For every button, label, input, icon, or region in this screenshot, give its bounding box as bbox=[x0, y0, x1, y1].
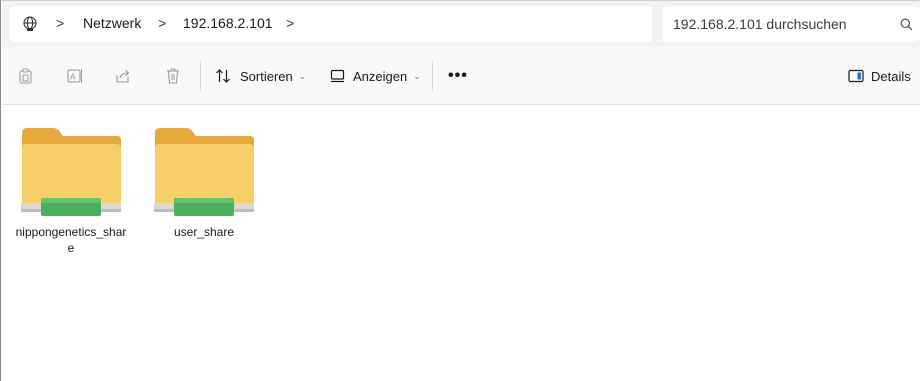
toolbar-divider bbox=[200, 61, 201, 91]
globe-icon bbox=[23, 16, 37, 31]
network-folder-icon bbox=[154, 128, 254, 216]
chevron-down-icon: ⌄ bbox=[298, 70, 307, 81]
rename-icon[interactable]: A bbox=[66, 67, 84, 85]
toolbar-divider bbox=[432, 61, 433, 91]
sort-icon bbox=[216, 69, 230, 83]
search-box[interactable]: 192.168.2.101 durchsuchen bbox=[662, 6, 920, 42]
address-bar-row: > Netzwerk > 192.168.2.101 > 192.168.2.1… bbox=[2, 1, 920, 47]
folder-item[interactable]: user_share bbox=[145, 123, 263, 240]
breadcrumb-separator[interactable]: > bbox=[286, 15, 294, 31]
sort-label: Sortieren bbox=[240, 68, 293, 84]
breadcrumb-separator[interactable]: > bbox=[56, 15, 64, 31]
details-pane-icon bbox=[848, 69, 864, 83]
sort-button[interactable]: Sortieren ⌄ bbox=[215, 61, 306, 91]
folder-item[interactable]: nippongenetics_share bbox=[12, 123, 130, 256]
network-folder-icon bbox=[21, 128, 121, 216]
view-label: Anzeigen bbox=[353, 68, 408, 84]
breadcrumb-item-ip[interactable]: 192.168.2.101 bbox=[183, 15, 273, 31]
details-label: Details bbox=[871, 68, 911, 84]
search-icon[interactable] bbox=[900, 18, 913, 31]
share-icon[interactable] bbox=[114, 67, 132, 85]
folder-label: nippongenetics_share bbox=[15, 225, 127, 255]
file-list: nippongenetics_share user_share bbox=[2, 106, 920, 381]
breadcrumb-separator[interactable]: > bbox=[158, 15, 166, 31]
more-options-button[interactable]: ••• bbox=[448, 67, 468, 85]
trash-icon[interactable] bbox=[164, 67, 182, 85]
search-input[interactable]: 192.168.2.101 durchsuchen bbox=[673, 16, 847, 32]
view-icon bbox=[330, 69, 345, 83]
svg-text:A: A bbox=[70, 73, 76, 82]
folder-label: user_share bbox=[173, 225, 235, 239]
details-button[interactable]: Details bbox=[848, 61, 911, 91]
chevron-down-icon: ⌄ bbox=[413, 70, 421, 81]
breadcrumb-item-netzwerk[interactable]: Netzwerk bbox=[83, 15, 141, 31]
command-bar: A Sortieren ⌄ Anzeigen ⌄ ••• Details bbox=[2, 47, 920, 105]
explorer-window: > Netzwerk > 192.168.2.101 > 192.168.2.1… bbox=[0, 0, 920, 381]
view-button[interactable]: Anzeigen ⌄ bbox=[330, 61, 421, 91]
address-bar[interactable]: > Netzwerk > 192.168.2.101 > bbox=[10, 6, 652, 42]
copy-icon[interactable] bbox=[17, 67, 35, 85]
